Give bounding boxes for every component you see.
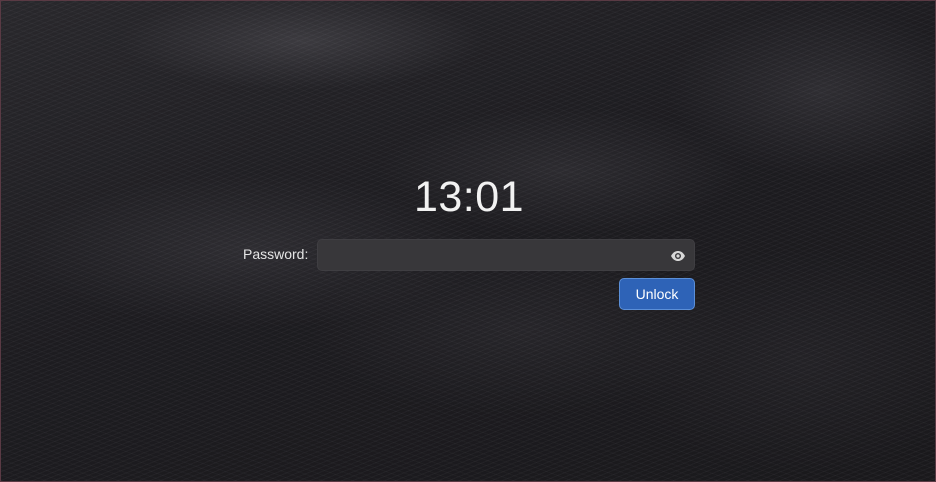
password-input[interactable] xyxy=(326,240,660,272)
lock-screen: 13:01 Password: Unlock xyxy=(0,0,936,482)
clock: 13:01 xyxy=(413,173,525,221)
password-field[interactable] xyxy=(317,239,695,272)
password-label: Password: xyxy=(243,246,309,262)
unlock-button[interactable]: Unlock xyxy=(619,278,695,310)
eye-icon[interactable] xyxy=(670,248,686,264)
password-row: Password: xyxy=(243,239,695,272)
